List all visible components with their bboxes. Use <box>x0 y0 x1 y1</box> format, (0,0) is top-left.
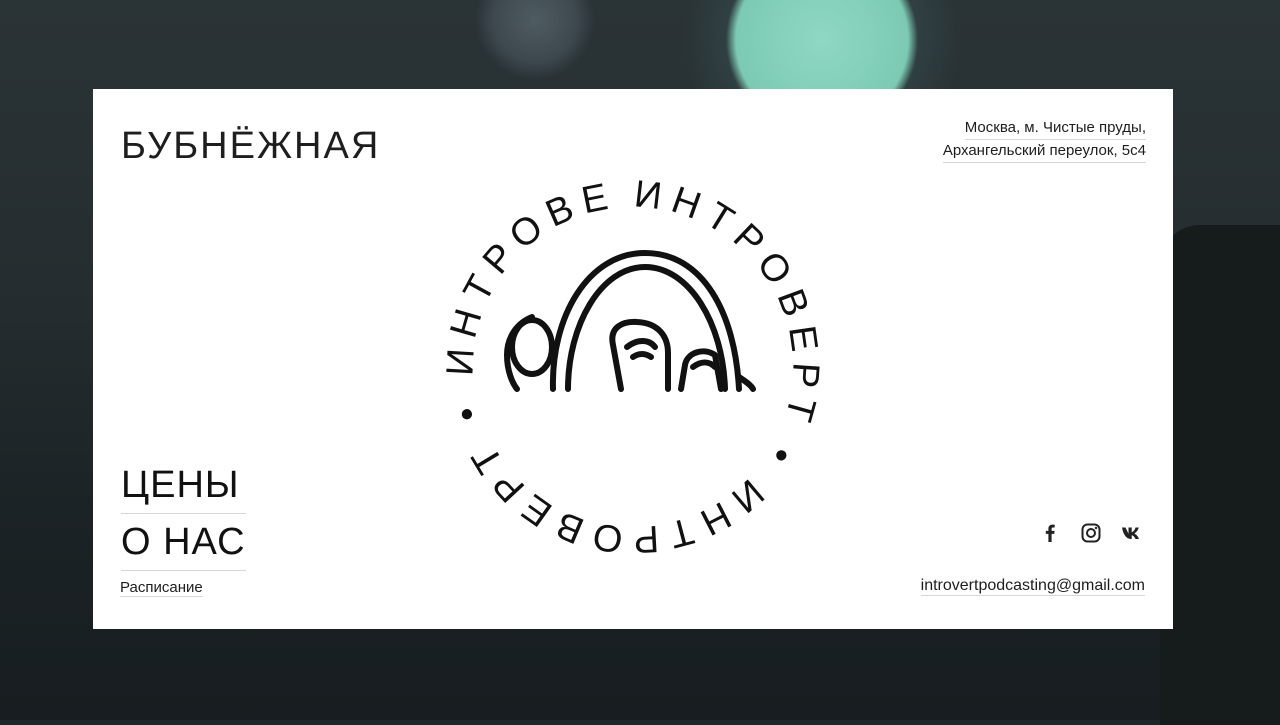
nav-about[interactable]: О НАС <box>121 516 246 571</box>
background-silhouette <box>1160 225 1280 725</box>
ring-word-3: ИНТРОВЕРТ <box>423 167 620 377</box>
facebook-icon[interactable] <box>1039 522 1061 544</box>
email-link[interactable]: introvertpodcasting@gmail.com <box>920 577 1145 596</box>
address[interactable]: Москва, м. Чистые пруды, Архангельский п… <box>942 117 1146 163</box>
brand-title: БУБНЁЖНАЯ <box>121 125 381 167</box>
social-links <box>1039 522 1143 544</box>
instagram-icon[interactable] <box>1080 522 1102 544</box>
ring-word-1: ИНТРОВЕРТ <box>632 173 827 434</box>
introvert-logo: ИНТРОВЕРТ • ИНТРОВЕРТ • ИНТРОВЕРТ • <box>423 167 827 561</box>
address-line-2: Архангельский переулок, 5с4 <box>942 140 1146 163</box>
nav-prices[interactable]: ЦЕНЫ <box>121 459 246 514</box>
logo-ring-text: ИНТРОВЕРТ • ИНТРОВЕРТ • ИНТРОВЕРТ • <box>423 167 827 561</box>
main-nav: ЦЕНЫ О НАС <box>121 459 246 573</box>
main-card: БУБНЁЖНАЯ Москва, м. Чистые пруды, Архан… <box>93 89 1173 629</box>
address-line-1: Москва, м. Чистые пруды, <box>964 117 1146 140</box>
schedule-link[interactable]: Расписание <box>120 579 203 597</box>
headphones-face-icon <box>504 250 756 392</box>
vk-icon[interactable] <box>1121 522 1143 544</box>
ring-word-2: ИНТРОВЕРТ <box>459 431 771 560</box>
